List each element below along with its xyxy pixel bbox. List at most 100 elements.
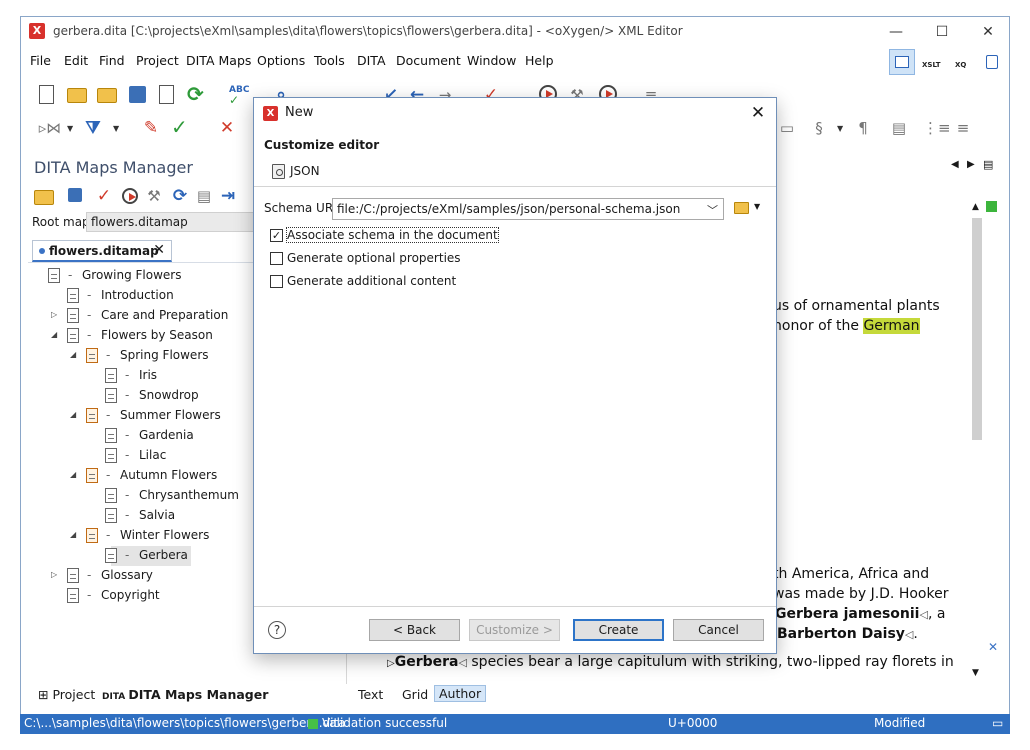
tab-project[interactable]: ⊞ Project: [38, 687, 95, 702]
expand-toggle-icon[interactable]: ◢: [70, 530, 80, 539]
expand-toggle-icon[interactable]: ▷: [51, 570, 61, 579]
editor-nav-left-icon[interactable]: ◀: [951, 159, 959, 170]
open-in-editor-icon[interactable]: ⇥: [218, 186, 238, 206]
image-icon[interactable]: ▭: [777, 118, 797, 138]
checkbox-associate[interactable]: ✓: [270, 229, 283, 242]
new-document-icon[interactable]: [39, 85, 54, 104]
tree-item[interactable]: ▷ - Glossary: [51, 566, 271, 586]
tree-item[interactable]: - Gerbera: [105, 546, 191, 566]
tab-author[interactable]: Author: [434, 685, 487, 702]
ordered-list-icon[interactable]: ⋮≡: [923, 118, 951, 138]
expand-toggle-icon[interactable]: ▷: [51, 310, 61, 319]
close-tab-icon[interactable]: ✕: [153, 242, 165, 258]
menu-project[interactable]: Project: [136, 53, 179, 68]
menu-find[interactable]: Find: [99, 53, 125, 68]
xslt-perspective-button[interactable]: XSLT: [919, 49, 945, 75]
editor-nav-right-icon[interactable]: ▶: [967, 159, 975, 170]
paragraph-icon[interactable]: ¶: [853, 118, 873, 138]
menu-document[interactable]: Document: [396, 53, 461, 68]
validate-map-icon[interactable]: ✓: [94, 186, 114, 206]
create-button[interactable]: Create: [573, 619, 664, 641]
save-icon[interactable]: [129, 86, 146, 103]
filter-dropdown-icon[interactable]: ▼: [113, 124, 119, 133]
menu-tools[interactable]: Tools: [314, 53, 345, 68]
menu-file[interactable]: File: [30, 53, 51, 68]
menu-dita-maps[interactable]: DITA Maps: [186, 53, 251, 68]
editor-line-7: ▷Gerbera◁ species bear a large capitulum…: [387, 654, 954, 670]
tree-item[interactable]: - Introduction: [51, 286, 271, 306]
reload-icon[interactable]: ⟳: [187, 84, 207, 104]
menu-edit[interactable]: Edit: [64, 53, 88, 68]
expand-toggle-icon[interactable]: ◢: [51, 330, 61, 339]
reject-change-icon[interactable]: ✕: [217, 118, 237, 138]
chevron-down-icon[interactable]: ﹀: [707, 202, 718, 218]
tree-item[interactable]: ◢ - Flowers by Season: [51, 326, 271, 346]
close-window-button[interactable]: ✕: [965, 19, 1009, 45]
open-map-icon[interactable]: [34, 190, 54, 205]
transform-map-icon[interactable]: [122, 188, 138, 204]
save-all-icon[interactable]: [159, 85, 174, 104]
menu-dita[interactable]: DITA: [357, 53, 386, 68]
filter-icon[interactable]: ⧩: [83, 118, 103, 138]
menu-bar: File Edit Find Project DITA Maps Options…: [21, 50, 1009, 72]
cancel-button[interactable]: Cancel: [673, 619, 764, 641]
tree-dash: -: [125, 448, 130, 462]
unordered-list-icon[interactable]: ≡: [953, 118, 973, 138]
menu-window[interactable]: Window: [467, 53, 516, 68]
editor-line-3: th America, Africa and: [773, 566, 930, 582]
tree-item[interactable]: - Copyright: [51, 586, 271, 606]
tree-dash: -: [87, 588, 92, 602]
menu-options[interactable]: Options: [257, 53, 305, 68]
refresh-map-icon[interactable]: ⟳: [170, 186, 190, 206]
tree-dash: -: [125, 488, 130, 502]
tab-dita-maps-manager[interactable]: DITA DITA Maps Manager: [102, 687, 268, 702]
close-editor-icon[interactable]: ✕: [988, 640, 998, 654]
section-icon[interactable]: §: [809, 118, 829, 138]
track-changes-icon[interactable]: ✎: [141, 118, 161, 138]
scroll-up-icon[interactable]: ▲: [972, 202, 979, 212]
conref-icon[interactable]: ▤: [889, 118, 909, 138]
configure-map-icon[interactable]: ⚒: [144, 186, 164, 206]
tags-dropdown-icon[interactable]: ▼: [67, 124, 73, 133]
minimize-button[interactable]: —: [873, 19, 919, 45]
open-url-icon[interactable]: [97, 88, 117, 103]
schema-url-combo[interactable]: file:/C:/projects/eXml/samples/json/pers…: [332, 198, 724, 220]
menu-help[interactable]: Help: [525, 53, 554, 68]
database-perspective-button[interactable]: [979, 49, 1005, 75]
browse-dropdown-icon[interactable]: ▼: [754, 202, 760, 211]
browse-folder-icon[interactable]: [734, 202, 749, 214]
accept-change-icon[interactable]: ✓: [171, 117, 191, 137]
dialog-logo-icon: X: [263, 106, 278, 121]
tags-display-icon[interactable]: ▹⋈: [37, 118, 63, 138]
vertical-scrollbar[interactable]: [972, 218, 982, 440]
save-map-icon[interactable]: [68, 188, 82, 202]
expand-toggle-icon[interactable]: ◢: [70, 470, 80, 479]
checkbox-optional[interactable]: [270, 252, 283, 265]
maximize-button[interactable]: ☐: [919, 19, 965, 45]
editor-list-icon[interactable]: ▤: [983, 158, 993, 171]
insert-ref-icon[interactable]: ▤: [194, 186, 214, 206]
help-icon[interactable]: ?: [268, 621, 286, 639]
expand-toggle-icon[interactable]: ◢: [70, 350, 80, 359]
tab-text[interactable]: Text: [358, 687, 383, 702]
scroll-down-icon[interactable]: ▼: [972, 668, 979, 678]
topic-icon: [105, 488, 117, 503]
xquery-perspective-button[interactable]: XQ: [949, 49, 975, 75]
open-folder-icon[interactable]: [67, 88, 87, 103]
modified-dot-icon: [39, 248, 45, 254]
author-perspective-button[interactable]: [889, 49, 915, 75]
section-dropdown-icon[interactable]: ▼: [837, 124, 843, 133]
expand-toggle-icon[interactable]: ◢: [70, 410, 80, 419]
back-button[interactable]: < Back: [369, 619, 460, 641]
status-validation[interactable]: Validation successful: [322, 716, 447, 730]
dialog-close-button[interactable]: ✕: [746, 101, 770, 125]
tree-item-label: Glossary: [101, 568, 153, 582]
customize-button[interactable]: Customize >: [469, 619, 560, 641]
tree-item[interactable]: - Growing Flowers: [32, 266, 252, 286]
tab-grid[interactable]: Grid: [402, 687, 428, 702]
messages-icon[interactable]: ▭: [992, 716, 1003, 730]
tree-item[interactable]: ▷ - Care and Preparation: [51, 306, 271, 326]
checkbox-additional[interactable]: [270, 275, 283, 288]
spellcheck-icon[interactable]: ABC ✓: [229, 85, 249, 106]
map-tab[interactable]: flowers.ditamap ✕: [32, 240, 172, 262]
